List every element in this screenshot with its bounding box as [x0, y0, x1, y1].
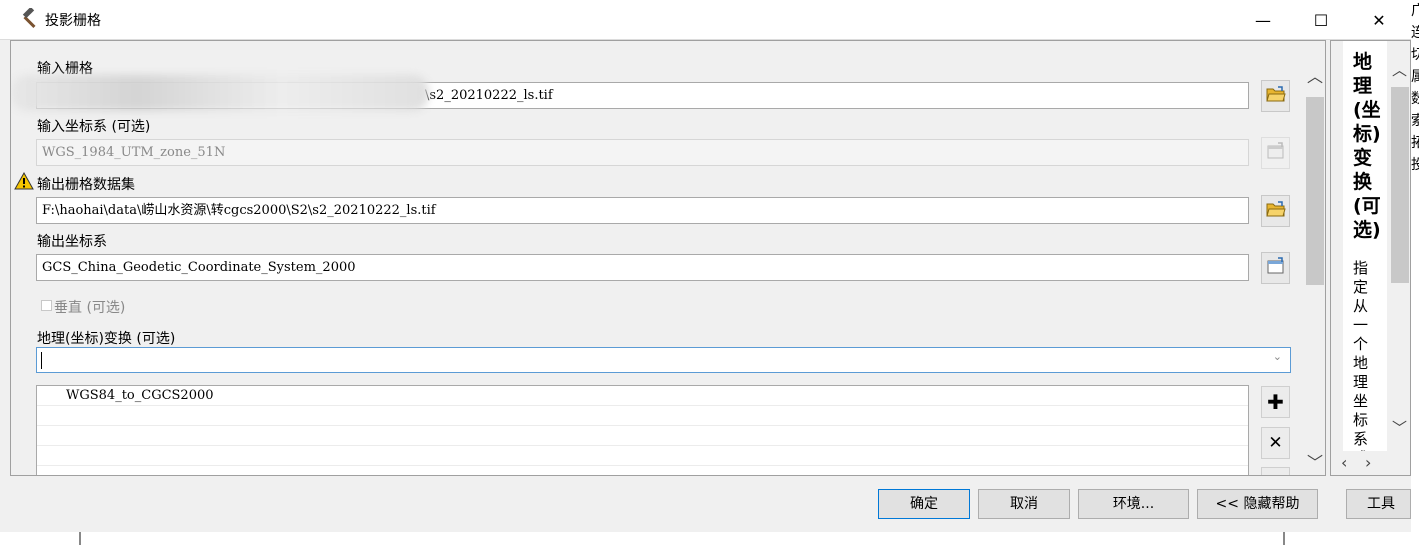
properties-icon: [1266, 257, 1286, 279]
vertical-checkbox[interactable]: [41, 300, 52, 311]
maximize-button[interactable]: ☐: [1292, 0, 1350, 40]
help-vertical-scrollbar[interactable]: ︿ ﹀: [1389, 51, 1411, 451]
help-title: 地理(坐标)变换(可选): [1353, 51, 1381, 241]
tool-parameters-panel: 输入栅格 \s2_20210222_ls.tif 输入坐标系 (可选) WGS_…: [10, 40, 1326, 476]
output-crs-field[interactable]: GCS_China_Geodetic_Coordinate_System_200…: [36, 254, 1249, 281]
list-item[interactable]: [37, 446, 1248, 466]
output-crs-properties-button[interactable]: [1261, 252, 1290, 284]
hide-help-button[interactable]: << 隐藏帮助: [1197, 489, 1318, 519]
scrollbar-thumb[interactable]: [1306, 97, 1324, 285]
list-item[interactable]: WGS84_to_CGCS2000: [37, 386, 1248, 406]
title-bar: 投影栅格 — ☐ ✕: [0, 0, 1411, 40]
tool-help-button[interactable]: 工具: [1346, 489, 1411, 519]
list-item[interactable]: [37, 426, 1248, 446]
geo-transform-combobox[interactable]: ⌄: [36, 347, 1291, 373]
help-body: 指定从一个地理坐标系或其: [1353, 259, 1369, 451]
chevron-up-icon[interactable]: ︿: [1392, 59, 1407, 80]
input-crs-field: WGS_1984_UTM_zone_51N: [36, 139, 1249, 166]
window-title: 投影栅格: [45, 13, 101, 29]
list-item[interactable]: [37, 406, 1248, 426]
background-divider: [79, 532, 81, 545]
input-crs-label: 输入坐标系 (可选): [37, 119, 151, 135]
environments-button[interactable]: 环境...: [1078, 489, 1189, 519]
geo-transform-label: 地理(坐标)变换 (可选): [37, 331, 176, 347]
output-crs-label: 输出坐标系: [37, 234, 107, 250]
dialog-button-bar: 确定 取消 环境... << 隐藏帮助 工具: [10, 476, 1411, 532]
project-raster-dialog: 投影栅格 — ☐ ✕ 输入栅格 \s2_20210222_ls.tif 输入坐标…: [0, 0, 1411, 545]
output-raster-field[interactable]: F:\haohai\data\崂山水资源\转cgcs2000\S2\s2_202…: [36, 197, 1249, 224]
remove-transform-button[interactable]: ✕: [1261, 427, 1290, 459]
chevron-down-icon[interactable]: ﹀: [1307, 449, 1323, 473]
add-transform-button[interactable]: ✚: [1261, 386, 1290, 418]
output-raster-browse-button[interactable]: [1261, 195, 1290, 227]
properties-icon: [1266, 142, 1286, 164]
ok-button[interactable]: 确定: [878, 489, 970, 519]
list-item[interactable]: [37, 466, 1248, 475]
scrollbar-thumb[interactable]: [1391, 87, 1409, 283]
redacted-path-blur: [11, 75, 429, 111]
chevron-right-icon[interactable]: ›: [1365, 453, 1371, 472]
input-raster-browse-button[interactable]: [1261, 80, 1290, 112]
form-scrollbar[interactable]: ︿ ﹀: [1303, 53, 1325, 475]
chevron-down-icon[interactable]: ⌄: [1273, 350, 1282, 363]
help-panel: 地理(坐标)变换(可选) 指定从一个地理坐标系或其 ︿ ﹀ ‹ ›: [1330, 40, 1411, 476]
hammer-icon: [19, 6, 41, 30]
minimize-button[interactable]: —: [1234, 0, 1292, 40]
cancel-button[interactable]: 取消: [978, 489, 1070, 519]
warning-icon: [14, 171, 34, 190]
text-caret: [41, 352, 42, 369]
background-text: 广 连 切 属 数 索 拓 投: [1411, 3, 1419, 173]
chevron-up-icon[interactable]: ︿: [1307, 63, 1323, 87]
open-folder-icon: [1265, 85, 1286, 107]
move-up-button[interactable]: [1261, 467, 1290, 475]
background-window-edge: 广 连 切 属 数 索 拓 投: [1411, 0, 1419, 545]
help-content: 地理(坐标)变换(可选) 指定从一个地理坐标系或其: [1343, 41, 1387, 451]
input-crs-properties-button: [1261, 137, 1290, 169]
output-raster-label: 输出栅格数据集: [37, 177, 135, 193]
chevron-down-icon[interactable]: ﹀: [1392, 417, 1407, 438]
close-button[interactable]: ✕: [1350, 0, 1408, 40]
chevron-left-icon[interactable]: ‹: [1341, 453, 1347, 472]
open-folder-icon: [1265, 200, 1286, 222]
help-horizontal-scrollbar[interactable]: ‹ ›: [1339, 451, 1387, 477]
background-divider: [1283, 532, 1285, 545]
geo-transform-list[interactable]: WGS84_to_CGCS2000: [36, 385, 1249, 475]
vertical-label: 垂直 (可选): [54, 300, 126, 316]
background-strip: [0, 532, 1411, 545]
